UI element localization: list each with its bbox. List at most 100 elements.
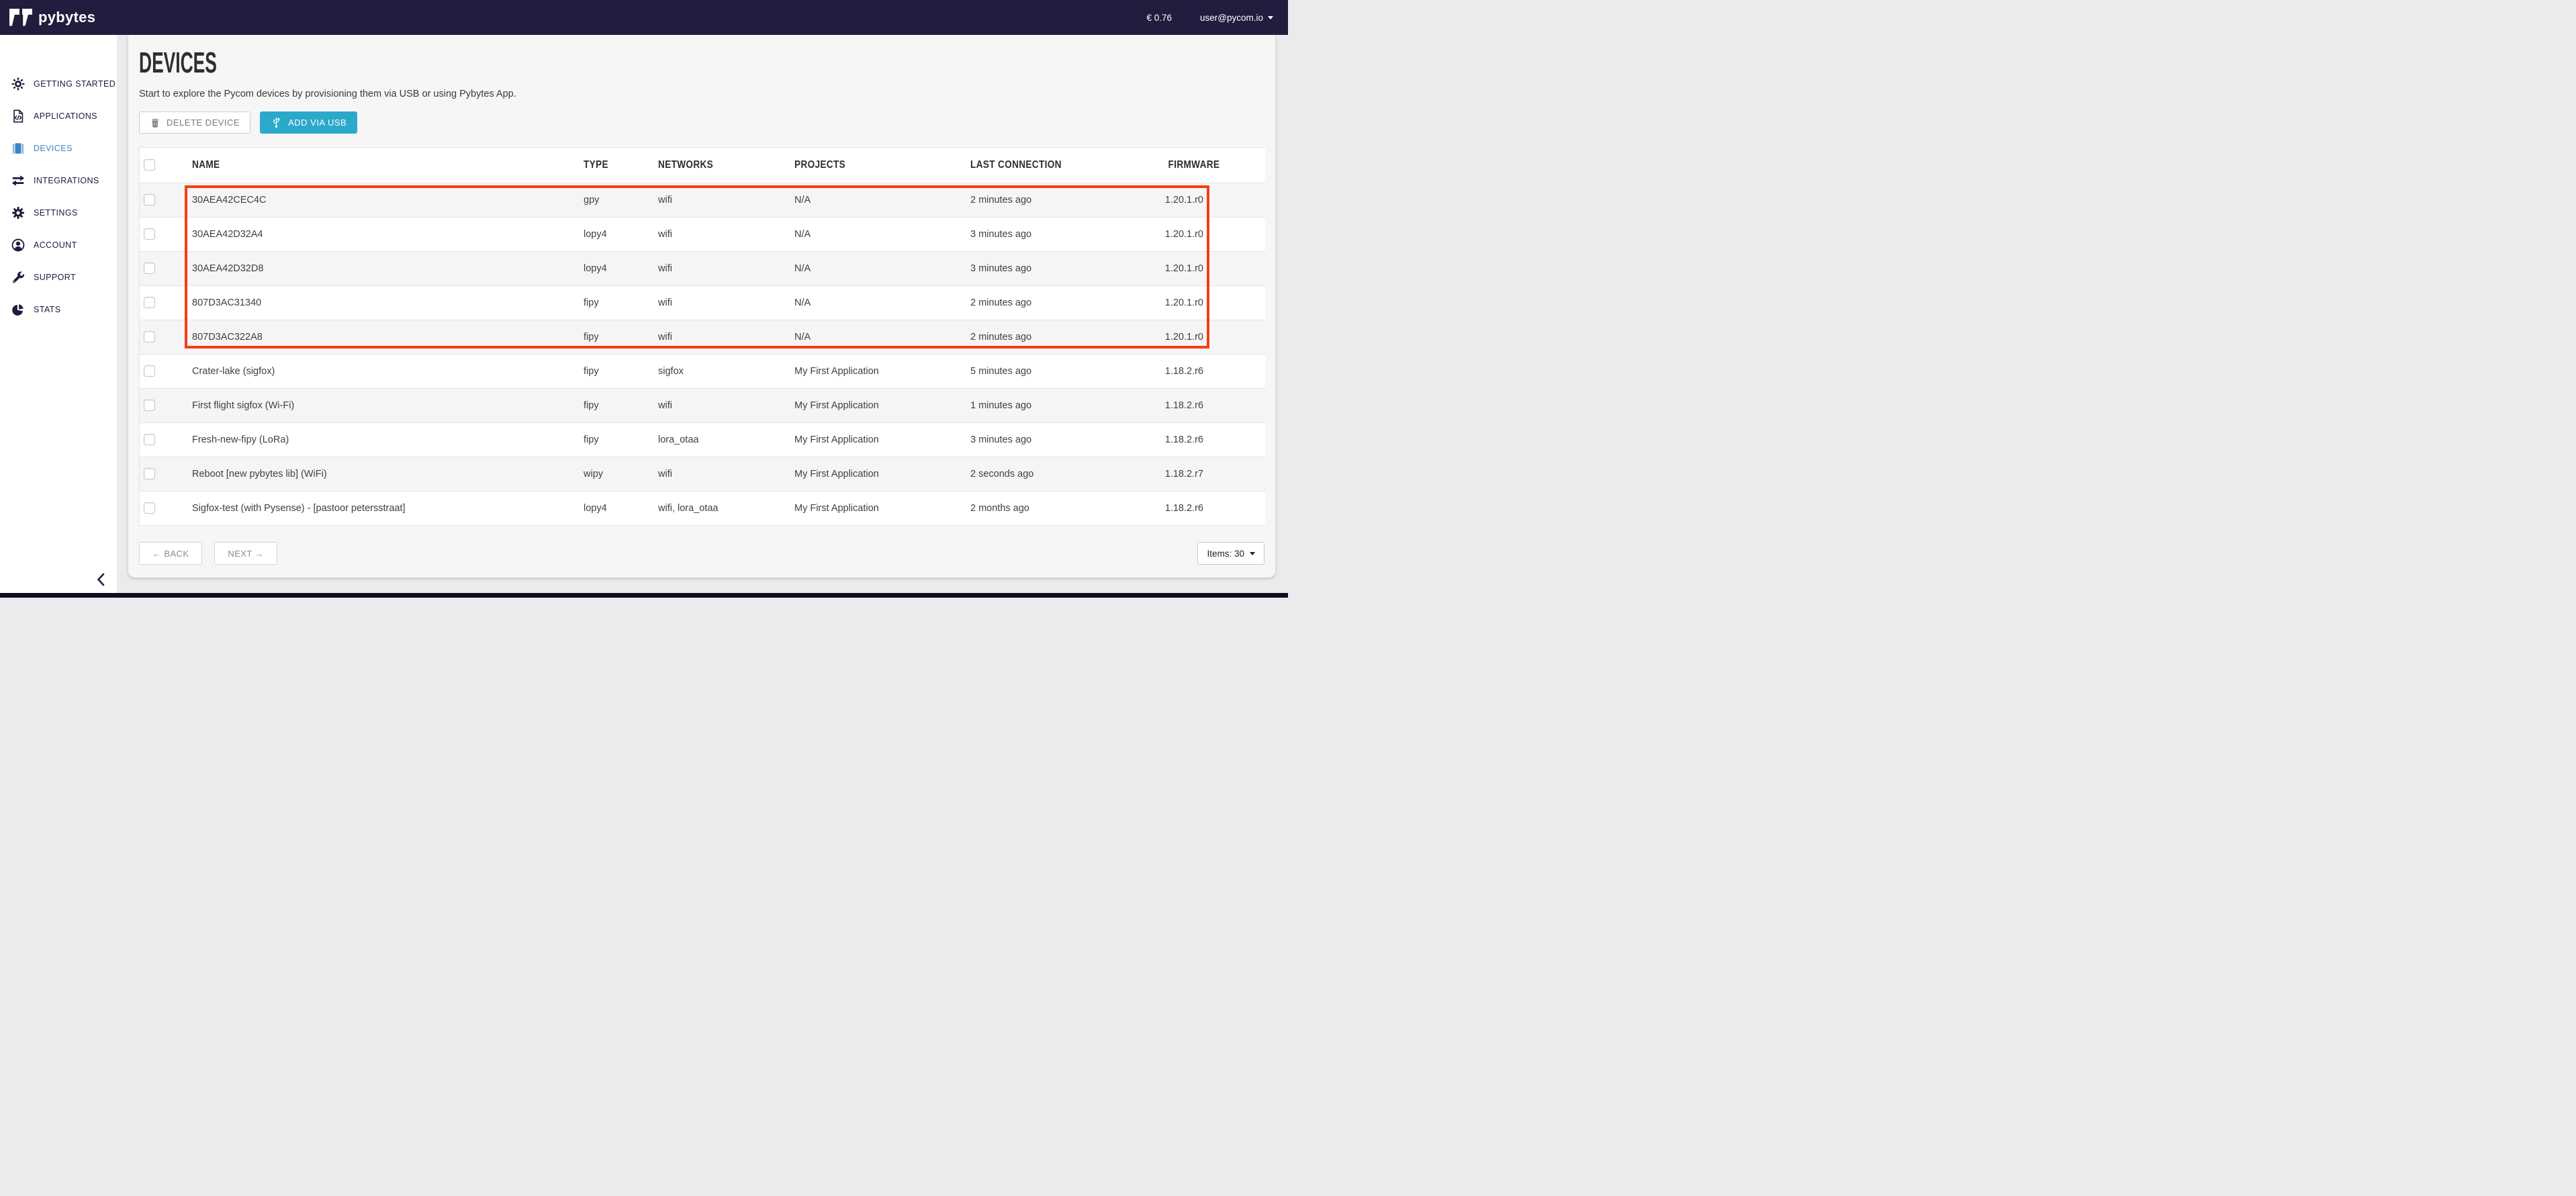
sidebar-item-devices[interactable]: DEVICES xyxy=(0,132,117,165)
device-name: 807D3AC322A8 xyxy=(192,320,584,354)
device-firmware: 1.20.1.r0 xyxy=(1159,320,1265,354)
device-projects: My First Application xyxy=(794,422,970,457)
account-balance[interactable]: € 0.76 xyxy=(1146,13,1172,23)
sun-icon xyxy=(11,77,26,91)
add-via-usb-button[interactable]: ADD VIA USB xyxy=(260,111,357,134)
sidebar-item-integrations[interactable]: INTEGRATIONS xyxy=(0,165,117,197)
device-type: fipy xyxy=(584,320,658,354)
device-last-connection: 2 minutes ago xyxy=(970,183,1159,217)
row-checkbox[interactable] xyxy=(144,434,155,445)
device-projects: N/A xyxy=(794,285,970,320)
device-type: fipy xyxy=(584,422,658,457)
items-per-page-dropdown[interactable]: Items: 30 xyxy=(1197,542,1264,565)
row-checkbox[interactable] xyxy=(144,228,155,240)
trash-icon xyxy=(150,118,160,128)
device-last-connection: 3 minutes ago xyxy=(970,422,1159,457)
device-projects: My First Application xyxy=(794,354,970,388)
table-header-row: NAME TYPE NETWORKS PROJECTS LAST CONNECT… xyxy=(140,148,1265,183)
sidebar-item-label: SUPPORT xyxy=(34,273,76,282)
device-name: First flight sigfox (Wi-Fi) xyxy=(192,388,584,422)
device-type: lopy4 xyxy=(584,491,658,525)
add-via-usb-label: ADD VIA USB xyxy=(288,118,347,128)
device-row[interactable]: Crater-lake (sigfox) fipy sigfox My Firs… xyxy=(140,354,1265,388)
device-row[interactable]: 30AEA42CEC4C gpy wifi N/A 2 minutes ago … xyxy=(140,183,1265,217)
sidebar-nav: GETTING STARTED APPLICATIONS xyxy=(0,35,117,326)
device-networks: sigfox xyxy=(658,354,794,388)
row-checkbox[interactable] xyxy=(144,194,155,205)
wrench-icon xyxy=(11,270,26,285)
row-checkbox[interactable] xyxy=(144,502,155,514)
device-firmware: 1.20.1.r0 xyxy=(1159,183,1265,217)
device-row[interactable]: Fresh-new-fipy (LoRa) fipy lora_otaa My … xyxy=(140,422,1265,457)
sidebar-item-getting-started[interactable]: GETTING STARTED xyxy=(0,68,117,100)
column-header-firmware: FIRMWARE xyxy=(1159,148,1265,183)
row-checkbox[interactable] xyxy=(144,468,155,479)
select-all-checkbox[interactable] xyxy=(144,159,155,171)
brand-name: pybytes xyxy=(38,9,95,26)
device-row[interactable]: Reboot [new pybytes lib] (WiFi) wipy wif… xyxy=(140,457,1265,491)
chevron-down-icon xyxy=(1250,552,1255,555)
device-projects: My First Application xyxy=(794,388,970,422)
next-button[interactable]: NEXT → xyxy=(214,542,277,565)
device-name: Fresh-new-fipy (LoRa) xyxy=(192,422,584,457)
device-type: gpy xyxy=(584,183,658,217)
pycom-logo-icon xyxy=(9,9,32,27)
device-networks: wifi xyxy=(658,217,794,251)
chevron-left-icon xyxy=(97,573,105,586)
device-row[interactable]: Sigfox-test (with Pysense) - [pastoor pe… xyxy=(140,491,1265,525)
device-last-connection: 2 minutes ago xyxy=(970,320,1159,354)
device-row[interactable]: 807D3AC322A8 fipy wifi N/A 2 minutes ago… xyxy=(140,320,1265,354)
row-checkbox[interactable] xyxy=(144,365,155,377)
device-name: 807D3AC31340 xyxy=(192,285,584,320)
column-header-last-connection: LAST CONNECTION xyxy=(970,148,1159,183)
back-button[interactable]: ← BACK xyxy=(139,542,202,565)
device-networks: wifi xyxy=(658,457,794,491)
sidebar-item-account[interactable]: ACCOUNT xyxy=(0,229,117,261)
device-name: 30AEA42D32A4 xyxy=(192,217,584,251)
delete-device-button[interactable]: DELETE DEVICE xyxy=(139,111,250,134)
gear-icon xyxy=(11,205,26,220)
device-networks: wifi xyxy=(658,183,794,217)
sidebar-collapse-button[interactable] xyxy=(94,572,107,587)
sidebar-item-label: APPLICATIONS xyxy=(34,111,97,121)
devices-card: DEVICES Start to explore the Pycom devic… xyxy=(128,35,1275,578)
sidebar-item-support[interactable]: SUPPORT xyxy=(0,261,117,293)
device-row[interactable]: First flight sigfox (Wi-Fi) fipy wifi My… xyxy=(140,388,1265,422)
items-per-page-label: Items: 30 xyxy=(1207,549,1244,559)
device-type: fipy xyxy=(584,354,658,388)
column-header-name: NAME xyxy=(192,148,584,183)
user-circle-icon xyxy=(11,238,26,252)
row-checkbox[interactable] xyxy=(144,400,155,411)
device-row[interactable]: 807D3AC31340 fipy wifi N/A 2 minutes ago… xyxy=(140,285,1265,320)
sidebar-item-settings[interactable]: SETTINGS xyxy=(0,197,117,229)
brand-logo[interactable]: pybytes xyxy=(9,9,95,27)
page-subtitle: Start to explore the Pycom devices by pr… xyxy=(139,87,1264,101)
pagination: ← BACK NEXT → Items: 30 xyxy=(139,542,1264,565)
chip-icon xyxy=(11,141,26,156)
user-menu[interactable]: user@pycom.io xyxy=(1200,13,1273,23)
row-checkbox[interactable] xyxy=(144,331,155,342)
row-checkbox[interactable] xyxy=(144,263,155,274)
sidebar-item-applications[interactable]: APPLICATIONS xyxy=(0,100,117,132)
pie-chart-icon xyxy=(11,302,26,317)
device-row[interactable]: 30AEA42D32A4 lopy4 wifi N/A 3 minutes ag… xyxy=(140,217,1265,251)
column-header-type: TYPE xyxy=(584,148,658,183)
sidebar: GETTING STARTED APPLICATIONS xyxy=(0,35,117,598)
device-last-connection: 3 minutes ago xyxy=(970,251,1159,285)
actions-toolbar: DELETE DEVICE ADD VIA USB xyxy=(139,111,1264,134)
sidebar-item-stats[interactable]: STATS xyxy=(0,293,117,326)
device-networks: wifi xyxy=(658,285,794,320)
column-header-networks: NETWORKS xyxy=(658,148,794,183)
device-name: Sigfox-test (with Pysense) - [pastoor pe… xyxy=(192,491,584,525)
device-firmware: 1.18.2.r6 xyxy=(1159,422,1265,457)
device-firmware: 1.20.1.r0 xyxy=(1159,217,1265,251)
sidebar-item-label: INTEGRATIONS xyxy=(34,176,99,185)
device-networks: wifi xyxy=(658,388,794,422)
user-email: user@pycom.io xyxy=(1200,13,1263,23)
device-firmware: 1.20.1.r0 xyxy=(1159,251,1265,285)
device-last-connection: 2 months ago xyxy=(970,491,1159,525)
main-content: DEVICES Start to explore the Pycom devic… xyxy=(117,35,1288,598)
device-row[interactable]: 30AEA42D32D8 lopy4 wifi N/A 3 minutes ag… xyxy=(140,251,1265,285)
device-projects: N/A xyxy=(794,183,970,217)
row-checkbox[interactable] xyxy=(144,297,155,308)
